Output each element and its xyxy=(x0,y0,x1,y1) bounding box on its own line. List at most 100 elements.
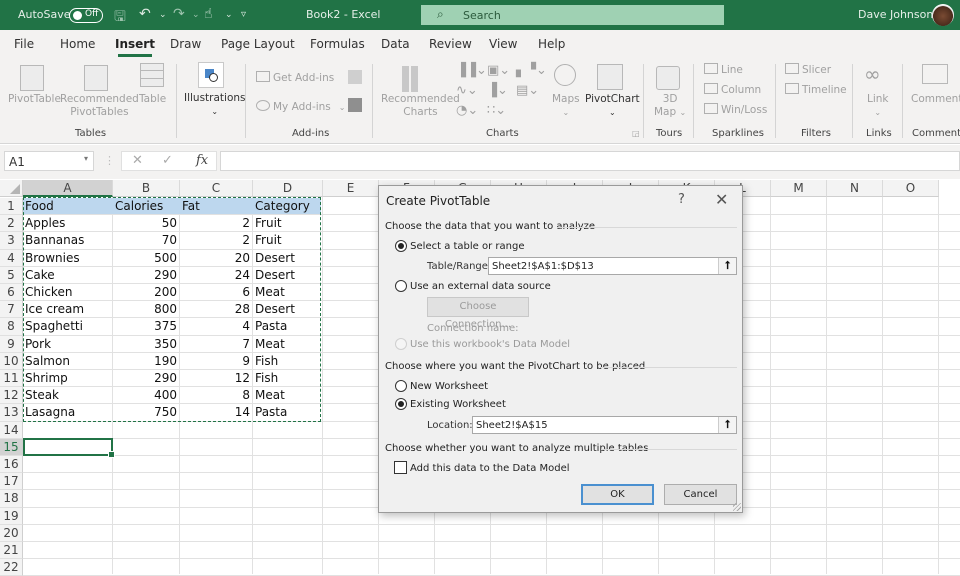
tab-insert[interactable]: Insert xyxy=(115,37,155,57)
help-icon[interactable]: ? xyxy=(678,192,685,207)
pie-chart-icon[interactable]: ◔⌄ xyxy=(456,103,478,118)
column-header-n[interactable]: N xyxy=(827,180,883,197)
customize-qat-icon[interactable]: ▿ xyxy=(241,9,246,20)
select-all-button[interactable] xyxy=(0,180,23,197)
slicer-button[interactable]: Slicer xyxy=(785,63,831,76)
location-input[interactable]: Sheet2!$A$15 ⭡ xyxy=(472,416,737,434)
column-header-d[interactable]: D xyxy=(253,180,323,197)
table-range-input[interactable]: Sheet2!$A$1:$D$13 ⭡ xyxy=(488,257,737,275)
column-header-b[interactable]: B xyxy=(113,180,180,197)
tab-page-layout[interactable]: Page Layout xyxy=(221,37,295,51)
row-header-12[interactable]: 12 xyxy=(0,387,23,405)
row-header-19[interactable]: 19 xyxy=(0,507,23,525)
sparkline-winloss-button[interactable]: Win/Loss xyxy=(704,103,767,116)
tab-data[interactable]: Data xyxy=(381,37,410,51)
active-cell[interactable] xyxy=(23,437,115,458)
chevron-down-icon[interactable]: ▾ xyxy=(84,154,88,163)
row-header-14[interactable]: 14 xyxy=(0,421,23,439)
pivotchart-button[interactable]: PivotChart ⌄ xyxy=(585,93,640,119)
radio-select-range[interactable] xyxy=(395,240,407,252)
dialog-launcher-icon[interactable]: ◲ xyxy=(632,129,640,138)
row-header-11[interactable]: 11 xyxy=(0,370,23,388)
collapse-dialog-icon[interactable]: ⭡ xyxy=(718,258,736,274)
row-header-7[interactable]: 7 xyxy=(0,301,23,319)
my-addins-button[interactable]: My Add-ins ⌄ xyxy=(256,100,345,113)
pivottable-button[interactable]: PivotTable xyxy=(8,93,61,106)
column-header-m[interactable]: M xyxy=(771,180,827,197)
external-source-label[interactable]: Use an external data source xyxy=(410,281,551,292)
search-box[interactable]: ⌕ Search xyxy=(421,5,724,25)
user-name[interactable]: Dave Johnson xyxy=(858,8,933,21)
illustrations-button[interactable]: Illustrations ⌄ xyxy=(184,92,246,118)
add-to-data-model-checkbox[interactable] xyxy=(394,461,407,474)
comment-button[interactable]: Comment xyxy=(911,93,960,106)
row-header-15[interactable]: 15 xyxy=(0,438,23,456)
cancel-icon[interactable]: ✕ xyxy=(132,153,143,168)
waterfall-chart-icon[interactable]: ▖▝⌄ xyxy=(516,63,547,78)
row-header-9[interactable]: 9 xyxy=(0,335,23,353)
row-header-16[interactable]: 16 xyxy=(0,456,23,474)
tab-review[interactable]: Review xyxy=(429,37,472,51)
row-header-1[interactable]: 1 xyxy=(0,198,23,216)
row-header-8[interactable]: 8 xyxy=(0,318,23,336)
tab-file[interactable]: File xyxy=(14,37,34,51)
tab-formulas[interactable]: Formulas xyxy=(310,37,365,51)
redo-dropdown-icon[interactable]: ⌄ xyxy=(192,10,200,20)
avatar[interactable] xyxy=(932,4,954,26)
people-graph-icon[interactable] xyxy=(348,98,362,112)
save-icon[interactable]: 🖫 xyxy=(114,6,126,30)
row-header-18[interactable]: 18 xyxy=(0,490,23,508)
column-header-a[interactable]: A xyxy=(23,180,113,197)
name-box[interactable]: A1 ▾ xyxy=(4,151,94,171)
select-range-label[interactable]: SSelect a table or range xyxy=(410,241,525,252)
collapse-dialog-icon[interactable]: ⭡ xyxy=(718,417,736,433)
tab-view[interactable]: View xyxy=(489,37,517,51)
tab-draw[interactable]: Draw xyxy=(170,37,201,51)
insert-function-icon[interactable]: fx xyxy=(196,153,208,168)
row-header-22[interactable]: 22 xyxy=(0,559,23,576)
line-chart-icon[interactable]: ∿⌄ xyxy=(456,83,478,98)
timeline-button[interactable]: Timeline xyxy=(785,83,847,96)
tab-help[interactable]: Help xyxy=(538,37,565,51)
data-model-label[interactable]: Use this workbook's Data Model xyxy=(410,339,570,350)
close-icon[interactable]: ✕ xyxy=(715,190,728,209)
link-button[interactable]: Link ⌄ xyxy=(867,93,889,119)
splitter-handle[interactable]: ⋮ xyxy=(104,154,115,167)
combo-chart-icon[interactable]: ▤⌄ xyxy=(516,83,539,98)
resize-grip-icon[interactable] xyxy=(733,503,741,511)
row-header-2[interactable]: 2 xyxy=(0,215,23,233)
touch-dropdown-icon[interactable]: ⌄ xyxy=(225,10,233,20)
column-header-e[interactable]: E xyxy=(323,180,379,197)
radio-existing-worksheet[interactable] xyxy=(395,398,407,410)
row-header-21[interactable]: 21 xyxy=(0,542,23,560)
ok-button[interactable]: OK xyxy=(581,484,654,505)
add-to-data-model-label[interactable]: Add this data to the Data Model xyxy=(410,463,570,474)
column-header-o[interactable]: O xyxy=(883,180,939,197)
row-header-6[interactable]: 6 xyxy=(0,284,23,302)
column-chart-icon[interactable]: ▐▐⌄ xyxy=(456,63,487,78)
row-header-3[interactable]: 3 xyxy=(0,232,23,250)
autosave-toggle[interactable]: Off xyxy=(69,8,103,23)
hierarchy-chart-icon[interactable]: ▣⌄ xyxy=(487,63,510,78)
maps-button[interactable]: Maps ⌄ xyxy=(552,93,580,119)
row-header-17[interactable]: 17 xyxy=(0,473,23,491)
bing-icon[interactable] xyxy=(348,70,362,84)
new-worksheet-label[interactable]: New Worksheet xyxy=(410,381,488,392)
3d-map-button[interactable]: 3D Map ⌄ xyxy=(654,93,686,119)
statistic-chart-icon[interactable]: ▐⌄ xyxy=(487,83,508,98)
touch-mode-icon[interactable]: ☝ xyxy=(204,6,213,22)
get-addins-button[interactable]: Get Add-ins xyxy=(256,71,334,84)
formula-input[interactable] xyxy=(220,151,960,171)
sparkline-line-button[interactable]: Line xyxy=(704,63,743,76)
radio-data-model[interactable] xyxy=(395,338,407,350)
radio-new-worksheet[interactable] xyxy=(395,380,407,392)
row-header-4[interactable]: 4 xyxy=(0,249,23,267)
row-header-13[interactable]: 13 xyxy=(0,404,23,422)
row-header-10[interactable]: 10 xyxy=(0,352,23,370)
tab-home[interactable]: Home xyxy=(60,37,95,51)
column-header-c[interactable]: C xyxy=(180,180,253,197)
row-header-5[interactable]: 5 xyxy=(0,266,23,284)
undo-icon[interactable]: ↶ xyxy=(139,6,151,22)
recommended-pivottables-button[interactable]: Recommended PivotTables xyxy=(60,93,139,119)
redo-icon[interactable]: ↷ xyxy=(173,6,185,22)
